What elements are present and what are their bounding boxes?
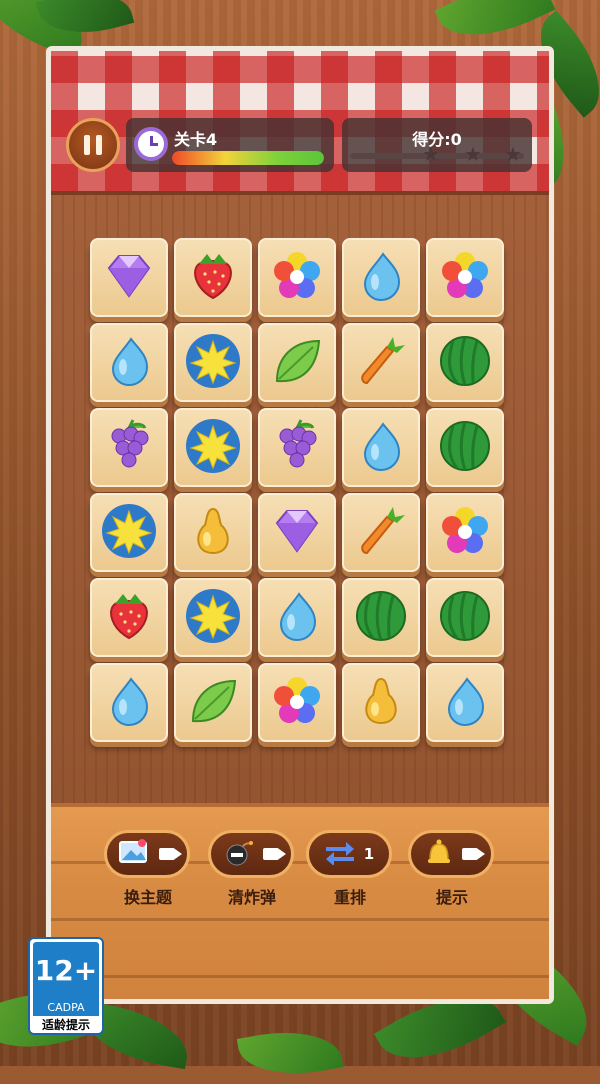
tile-grapes[interactable]: [258, 408, 336, 487]
score-panel: 得分:0 ★ ★ ★: [342, 118, 532, 172]
tool-bomb: 清炸弹: [208, 830, 296, 908]
tile-sun[interactable]: [90, 493, 168, 572]
tool-hint: 提示: [408, 830, 496, 908]
watermelon-icon: [437, 418, 493, 478]
tile-watermelon[interactable]: [342, 578, 420, 657]
shuffle-button[interactable]: 1: [306, 830, 392, 878]
tile-water-drop[interactable]: [90, 663, 168, 742]
water-drop-icon: [353, 248, 409, 308]
water-drop-icon: [437, 673, 493, 733]
theme-button[interactable]: [104, 830, 190, 878]
shuffle-label: 重排: [333, 888, 366, 907]
tile-leaf[interactable]: [174, 663, 252, 742]
theme-label: 换主题: [123, 888, 172, 907]
tile-sun[interactable]: [174, 408, 252, 487]
bell-icon: [424, 838, 454, 870]
carrot-icon: [353, 503, 409, 563]
age-rating-badge[interactable]: 12+ CADPA 适龄提示: [28, 937, 104, 1035]
age-rating-org: CADPA: [33, 1000, 99, 1016]
star-icon: ★: [504, 142, 522, 166]
tile-carrot[interactable]: [342, 323, 420, 402]
shuffle-count: 1: [363, 845, 375, 863]
tile-grapes[interactable]: [90, 408, 168, 487]
tile-grid: [90, 238, 504, 742]
tool-shuffle: 1 重排: [306, 830, 394, 908]
shuffle-icon: [324, 839, 356, 869]
video-icon: [462, 848, 485, 860]
water-drop-icon: [101, 333, 157, 393]
water-drop-icon: [269, 588, 325, 648]
sun-icon: [185, 333, 241, 393]
sun-icon: [101, 503, 157, 563]
tile-flower[interactable]: [258, 663, 336, 742]
grapes-icon: [101, 418, 157, 478]
flower-icon: [437, 503, 493, 563]
tool-theme: 换主题: [104, 830, 192, 908]
diamond-icon: [269, 503, 325, 563]
tile-flower[interactable]: [258, 238, 336, 317]
clock-icon: [134, 127, 168, 161]
level-progress-bar: [172, 151, 324, 165]
sun-icon: [185, 588, 241, 648]
tile-water-drop[interactable]: [342, 408, 420, 487]
tile-strawberry[interactable]: [90, 578, 168, 657]
tile-sun[interactable]: [174, 323, 252, 402]
level-progress-fill: [172, 151, 324, 165]
sun-icon: [185, 418, 241, 478]
pear-icon: [185, 503, 241, 563]
strawberry-icon: [101, 588, 157, 648]
tile-water-drop[interactable]: [426, 663, 504, 742]
level-label: 关卡4: [174, 130, 218, 149]
watermelon-icon: [437, 588, 493, 648]
flower-icon: [437, 248, 493, 308]
flower-icon: [269, 673, 325, 733]
leaf-icon: [269, 333, 325, 393]
tile-watermelon[interactable]: [426, 323, 504, 402]
tile-pear[interactable]: [174, 493, 252, 572]
bomb-button[interactable]: [208, 830, 294, 878]
bomb-icon: [223, 838, 255, 870]
star-icon: ★: [422, 142, 440, 166]
tile-leaf[interactable]: [258, 323, 336, 402]
pause-button[interactable]: [66, 118, 120, 172]
watermelon-icon: [437, 333, 493, 393]
picture-icon: [119, 839, 151, 869]
water-drop-icon: [101, 673, 157, 733]
star-icon: ★: [464, 142, 482, 166]
video-icon: [263, 848, 286, 860]
watermelon-icon: [353, 588, 409, 648]
tile-carrot[interactable]: [342, 493, 420, 572]
age-rating-value: 12+: [33, 942, 99, 1000]
tile-diamond[interactable]: [90, 238, 168, 317]
tile-water-drop[interactable]: [258, 578, 336, 657]
leaf-icon: [185, 673, 241, 733]
tile-diamond[interactable]: [258, 493, 336, 572]
level-panel: 关卡4: [126, 118, 334, 172]
tile-watermelon[interactable]: [426, 408, 504, 487]
bomb-label: 清炸弹: [227, 888, 276, 907]
video-icon: [159, 848, 182, 860]
carrot-icon: [353, 333, 409, 393]
tile-water-drop[interactable]: [342, 238, 420, 317]
hint-label: 提示: [435, 888, 468, 907]
flower-icon: [269, 248, 325, 308]
tile-flower[interactable]: [426, 238, 504, 317]
pear-icon: [353, 673, 409, 733]
tile-pear[interactable]: [342, 663, 420, 742]
age-rating-note: 适龄提示: [41, 1018, 90, 1032]
diamond-icon: [101, 248, 157, 308]
strawberry-icon: [185, 248, 241, 308]
tile-water-drop[interactable]: [90, 323, 168, 402]
grapes-icon: [269, 418, 325, 478]
hint-button[interactable]: [408, 830, 494, 878]
tile-sun[interactable]: [174, 578, 252, 657]
pause-icon: [84, 135, 90, 155]
tile-strawberry[interactable]: [174, 238, 252, 317]
water-drop-icon: [353, 418, 409, 478]
tile-flower[interactable]: [426, 493, 504, 572]
tile-watermelon[interactable]: [426, 578, 504, 657]
